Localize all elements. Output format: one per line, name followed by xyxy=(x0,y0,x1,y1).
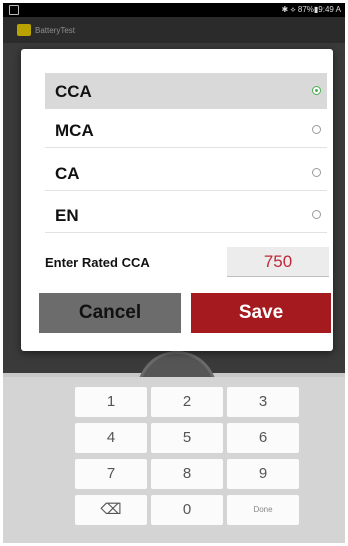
radio-selected-icon[interactable] xyxy=(312,86,321,95)
key-5[interactable]: 5 xyxy=(151,423,223,453)
radio-unselected-icon[interactable] xyxy=(312,125,321,134)
option-ca[interactable]: CA xyxy=(45,155,327,191)
app-header: BatteryTest xyxy=(3,17,345,43)
app-logo-icon xyxy=(17,24,31,36)
status-bar: ✱ ⟡ 87%▮9:49 A xyxy=(3,3,345,17)
key-7[interactable]: 7 xyxy=(75,459,147,489)
radio-unselected-icon[interactable] xyxy=(312,168,321,177)
radio-unselected-icon[interactable] xyxy=(312,210,321,219)
option-label: CCA xyxy=(55,82,92,101)
backspace-icon: ⌫ xyxy=(100,501,122,518)
option-label: MCA xyxy=(55,121,94,140)
notification-icon xyxy=(9,5,19,15)
key-8[interactable]: 8 xyxy=(151,459,223,489)
done-key[interactable]: Done xyxy=(227,495,299,525)
device-screen: ✱ ⟡ 87%▮9:49 A BatteryTest CCA MCA CA EN… xyxy=(3,3,345,543)
option-label: EN xyxy=(55,206,79,225)
status-indicators: ✱ ⟡ 87%▮9:49 A xyxy=(281,5,341,14)
app-name: BatteryTest xyxy=(35,26,76,35)
rated-cca-input[interactable]: 750 xyxy=(227,247,329,277)
key-1[interactable]: 1 xyxy=(75,387,147,417)
save-button[interactable]: Save xyxy=(191,293,331,333)
option-mca[interactable]: MCA xyxy=(45,112,327,148)
key-2[interactable]: 2 xyxy=(151,387,223,417)
cancel-button[interactable]: Cancel xyxy=(39,293,181,333)
option-label: CA xyxy=(55,164,80,183)
key-3[interactable]: 3 xyxy=(227,387,299,417)
backspace-key[interactable]: ⌫ xyxy=(75,495,147,525)
option-en[interactable]: EN xyxy=(45,197,327,233)
rating-dialog: CCA MCA CA EN Enter Rated CCA 750 Cancel… xyxy=(21,49,333,351)
numeric-keyboard: 1 2 3 4 5 6 7 8 9 ⌫ 0 Done xyxy=(3,377,345,543)
option-cca[interactable]: CCA xyxy=(45,73,327,109)
key-0[interactable]: 0 xyxy=(151,495,223,525)
key-9[interactable]: 9 xyxy=(227,459,299,489)
rated-cca-label: Enter Rated CCA xyxy=(45,255,150,270)
key-4[interactable]: 4 xyxy=(75,423,147,453)
key-6[interactable]: 6 xyxy=(227,423,299,453)
